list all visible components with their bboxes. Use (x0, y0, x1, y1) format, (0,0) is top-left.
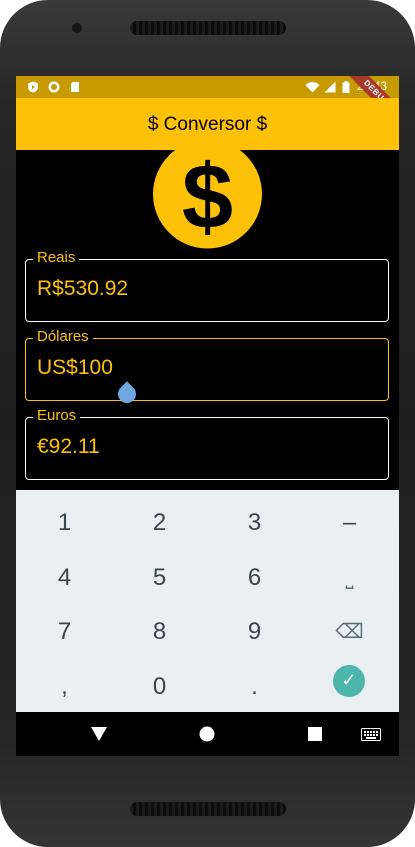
app-bar-title: $ Conversor $ (147, 114, 268, 135)
key-2[interactable]: 2 (112, 496, 207, 550)
key-comma[interactable]: , (17, 660, 112, 714)
key-minus[interactable]: – (302, 496, 397, 550)
phone-frame: 20:43 DEBUG $ Conversor $ $ Reais R$530.… (0, 0, 415, 847)
key-1[interactable]: 1 (17, 496, 112, 550)
dolares-value[interactable]: US$100 (37, 356, 113, 380)
signal-icon (324, 81, 336, 93)
wifi-icon (305, 82, 320, 93)
bottom-speaker (130, 802, 286, 816)
top-speaker (130, 21, 286, 35)
text-cursor-handle[interactable] (114, 381, 140, 407)
recents-icon[interactable] (308, 727, 322, 741)
key-8[interactable]: 8 (112, 605, 207, 659)
dolares-field[interactable]: Dólares US$100 (25, 328, 389, 407)
reais-field[interactable]: Reais R$530.92 (25, 249, 389, 322)
battery-icon (342, 81, 350, 93)
sd-card-icon (71, 82, 79, 92)
reais-label: Reais (33, 249, 80, 267)
navigation-bar (16, 712, 399, 756)
done-key[interactable]: ✓ (333, 665, 365, 697)
key-9[interactable]: 9 (207, 605, 302, 659)
record-icon (48, 81, 60, 93)
screen: 20:43 DEBUG $ Conversor $ $ Reais R$530.… (16, 76, 399, 756)
status-bar: 20:43 DEBUG (16, 76, 399, 130)
dollar-symbol: $ (182, 146, 233, 248)
key-3[interactable]: 3 (207, 496, 302, 550)
checkmark-icon: ✓ (341, 670, 357, 691)
key-7[interactable]: 7 (17, 605, 112, 659)
dolares-label: Dólares (33, 328, 93, 346)
space-key-icon[interactable]: ⎵ (302, 551, 397, 605)
euros-label: Euros (33, 407, 81, 425)
key-0[interactable]: 0 (112, 660, 207, 714)
back-icon[interactable] (91, 727, 107, 741)
play-protect-icon (28, 81, 38, 93)
keyboard-switch-icon[interactable] (361, 728, 381, 741)
euros-value[interactable]: €92.11 (37, 435, 100, 459)
key-5[interactable]: 5 (112, 551, 207, 605)
numeric-keyboard: 1 2 3 – 4 5 6 ⎵ 7 8 9 ⌫ , 0 . ✓ (16, 490, 399, 712)
key-4[interactable]: 4 (17, 551, 112, 605)
backspace-icon[interactable]: ⌫ (302, 605, 397, 659)
key-6[interactable]: 6 (207, 551, 302, 605)
app-bar: $ Conversor $ (16, 98, 399, 150)
euros-field[interactable]: Euros €92.11 (25, 407, 389, 480)
dollar-coin-icon: $ (153, 146, 262, 249)
front-camera (72, 23, 82, 33)
reais-value[interactable]: R$530.92 (37, 277, 128, 301)
key-period[interactable]: . (207, 660, 302, 714)
home-icon[interactable] (199, 726, 215, 742)
